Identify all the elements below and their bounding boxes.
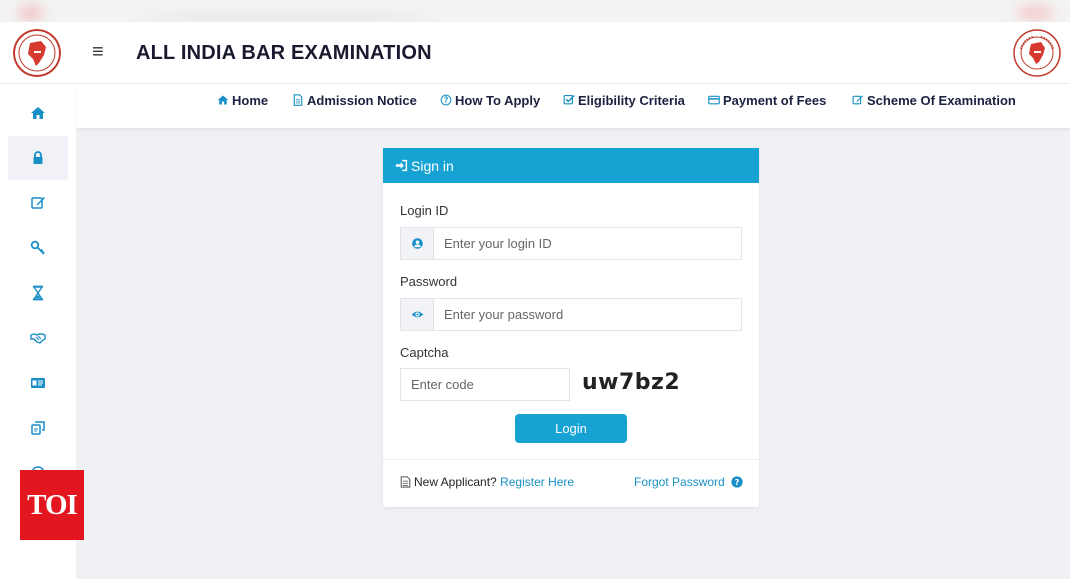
password-group <box>400 298 742 331</box>
sidebar-item-handshake[interactable] <box>8 316 68 360</box>
nav-how-to-apply-label: How To Apply <box>455 92 541 108</box>
captcha-label: Captcha <box>400 345 449 360</box>
sidebar-item-hourglass[interactable] <box>8 271 68 315</box>
edit-icon <box>31 197 45 209</box>
top-nav: Home Admission Notice ? How To Apply Eli… <box>76 84 1070 128</box>
login-id-group <box>400 227 742 260</box>
new-applicant-text: New Applicant? <box>414 475 497 489</box>
nav-scheme-of-examination-label: Scheme Of Examination <box>867 92 1016 108</box>
handshake-icon <box>30 333 46 344</box>
hourglass-icon <box>32 285 44 301</box>
login-button[interactable]: Login <box>515 414 627 443</box>
nav-eligibility-criteria-label: Eligibility Criteria <box>578 92 685 108</box>
key-icon <box>30 240 45 255</box>
nav-how-to-apply[interactable]: ? How To Apply <box>440 91 540 109</box>
question-circle-icon[interactable]: ? <box>731 476 743 488</box>
sidebar-item-edit[interactable] <box>8 181 68 225</box>
check-square-icon <box>563 94 575 105</box>
id-card-icon <box>31 378 45 388</box>
sign-in-icon <box>395 159 408 172</box>
toi-watermark: TOI <box>20 470 84 540</box>
login-id-label: Login ID <box>400 203 449 218</box>
home-icon <box>31 107 45 119</box>
document-icon <box>293 94 303 106</box>
lock-icon <box>33 151 43 164</box>
sidebar-item-id-card[interactable] <box>8 361 68 405</box>
new-applicant-row: New Applicant? Register Here <box>400 475 574 489</box>
nav-home[interactable]: Home <box>217 91 268 109</box>
nav-home-label: Home <box>232 92 269 108</box>
register-link[interactable]: Register Here <box>500 475 574 489</box>
copy-icon <box>31 421 45 435</box>
nav-scheme-of-examination[interactable]: Scheme Of Examination <box>852 91 1016 109</box>
nav-eligibility-criteria[interactable]: Eligibility Criteria <box>563 91 685 109</box>
home-icon <box>217 95 229 105</box>
page-title: ALL INDIA BAR EXAMINATION <box>136 42 432 64</box>
nav-admission-notice[interactable]: Admission Notice <box>292 91 417 109</box>
login-id-input[interactable] <box>434 228 741 259</box>
eye-icon[interactable] <box>401 299 434 330</box>
top-strip <box>0 0 1070 22</box>
forgot-password-row: Forgot Password ? <box>634 475 743 489</box>
signin-header: Sign in <box>383 148 759 183</box>
password-input[interactable] <box>434 299 741 330</box>
card-divider <box>383 459 759 460</box>
question-circle-icon: ? <box>440 94 452 106</box>
forgot-password-link[interactable]: Forgot Password <box>634 475 725 489</box>
user-circle-icon <box>401 228 434 259</box>
signin-card: Sign in Login ID Password Captcha uw7bz2… <box>383 148 759 507</box>
edit-icon <box>852 95 863 105</box>
captcha-input[interactable] <box>400 368 570 401</box>
document-icon <box>400 476 411 488</box>
sidebar-item-key[interactable] <box>8 226 68 270</box>
site-header: ≡ ALL INDIA BAR EXAMINATION <box>0 22 1070 84</box>
credit-card-icon <box>708 95 720 105</box>
nav-admission-notice-label: Admission Notice <box>307 92 417 108</box>
bar-council-logo-right <box>1013 29 1061 77</box>
nav-payment-of-fees[interactable]: Payment of Fees <box>708 91 826 109</box>
svg-text:?: ? <box>734 477 739 487</box>
sidebar-item-copy[interactable] <box>8 406 68 450</box>
bar-council-logo <box>13 29 61 77</box>
sidebar-item-lock[interactable] <box>8 136 68 180</box>
hamburger-icon[interactable]: ≡ <box>92 40 104 64</box>
captcha-code: uw7bz2 <box>582 370 681 395</box>
svg-text:?: ? <box>444 96 448 105</box>
nav-payment-of-fees-label: Payment of Fees <box>723 92 827 108</box>
password-label: Password <box>400 274 458 289</box>
sidebar-item-home[interactable] <box>8 91 68 135</box>
signin-title: Sign in <box>411 157 454 174</box>
